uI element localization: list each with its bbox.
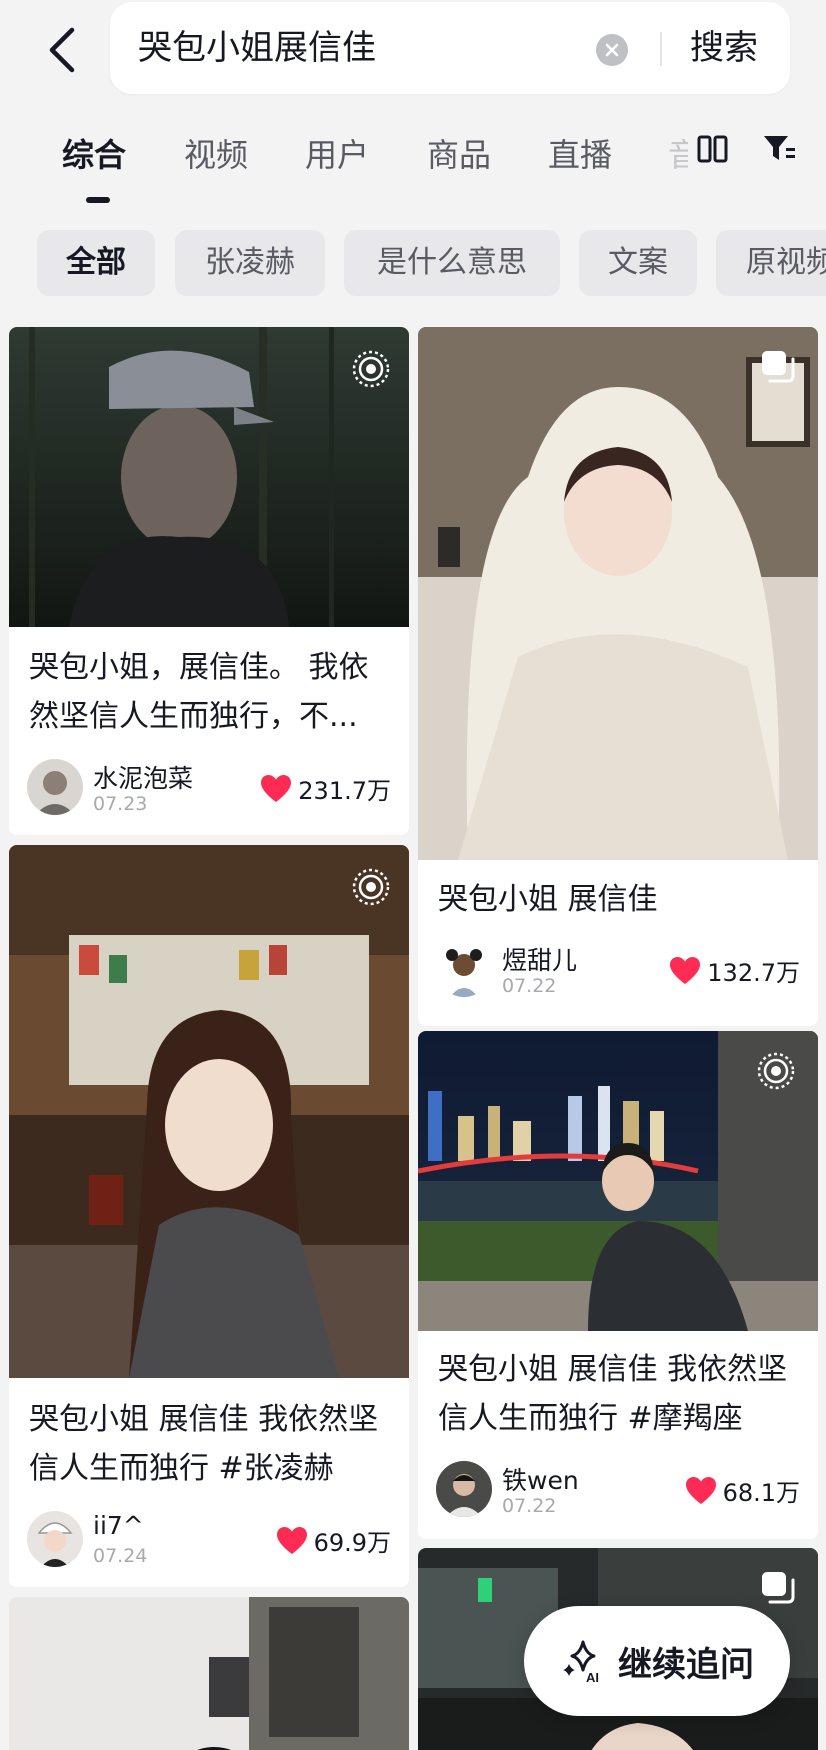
avatar[interactable]	[436, 941, 492, 997]
thumbnail-image	[418, 327, 818, 860]
filter-button[interactable]	[762, 132, 796, 166]
post-date: 07.24	[93, 1545, 148, 1567]
heart-icon	[670, 956, 701, 984]
author-name[interactable]: 铁wen	[502, 1461, 579, 1497]
chip-zhang-linghe[interactable]: 张凌赫	[175, 230, 325, 296]
post-date: 07.23	[93, 793, 148, 815]
author-name[interactable]: 水泥泡菜	[93, 759, 193, 795]
active-tab-indicator	[86, 197, 110, 203]
feed-card[interactable]: 哭包小姐 展信佳 我依然坚信人生而独行 #摩羯座 铁wen 07.22 68.1…	[418, 1031, 818, 1539]
gallery-icon	[762, 351, 795, 383]
close-icon	[605, 43, 619, 57]
card-title: 哭包小姐 展信佳 我依然坚信人生而独行 #张凌赫	[29, 1402, 379, 1486]
search-query-text[interactable]: 哭包小姐展信佳	[138, 2, 376, 94]
layout-toggle-button[interactable]	[696, 132, 730, 166]
clear-search-button[interactable]	[596, 34, 628, 66]
avatar[interactable]	[436, 1461, 492, 1517]
tab-general[interactable]: 综合	[62, 130, 126, 176]
tab-video[interactable]: 视频	[184, 130, 248, 176]
ai-follow-up-button[interactable]: AI 继续追问	[524, 1606, 790, 1716]
author-name[interactable]: ii7^	[93, 1511, 144, 1540]
feed-card[interactable]: 哭包小姐，展信佳。 我依然坚信人生而独行，不... 水泥泡菜 07.23 231…	[9, 327, 409, 835]
tab-music[interactable]: 音	[668, 130, 688, 176]
filter-chips: 全部 张凌赫 是什么意思 文案 原视频	[0, 230, 826, 296]
like-count[interactable]: 68.1万	[685, 1473, 800, 1508]
category-tabs: 综合 视频 用户 商品 直播 音	[0, 118, 826, 210]
ai-follow-up-label: 继续追问	[618, 1644, 754, 1685]
feed-card[interactable]: 哭包小姐 展信佳 煜甜儿 07.22 132.7万	[418, 327, 818, 1026]
top-bar: 哭包小姐展信佳 搜索	[0, 0, 826, 110]
search-input[interactable]: 哭包小姐展信佳 搜索	[110, 2, 790, 94]
chip-all[interactable]: 全部	[37, 230, 155, 296]
card-thumbnail[interactable]	[418, 327, 818, 860]
feed-card[interactable]	[9, 1597, 409, 1750]
ai-sparkle-icon: AI	[563, 1640, 599, 1684]
heart-icon	[685, 1476, 716, 1504]
thumbnail-image	[9, 845, 409, 1378]
search-divider	[660, 32, 662, 66]
svg-text:AI: AI	[586, 1670, 599, 1684]
like-count[interactable]: 69.9万	[276, 1523, 391, 1558]
heart-icon	[276, 1526, 307, 1554]
like-count[interactable]: 231.7万	[260, 771, 391, 806]
thumbnail-image	[9, 327, 409, 627]
avatar[interactable]	[27, 1511, 83, 1567]
back-button[interactable]	[40, 22, 84, 78]
card-thumbnail[interactable]	[9, 327, 409, 627]
heart-icon	[261, 774, 292, 802]
chip-meaning[interactable]: 是什么意思	[344, 230, 560, 296]
like-count-value: 69.9万	[313, 1529, 391, 1557]
card-thumbnail[interactable]	[9, 1597, 409, 1750]
gallery-icon	[762, 1572, 795, 1604]
like-count-value: 132.7万	[707, 959, 800, 987]
filter-funnel-icon	[764, 136, 795, 160]
grid-layout-icon	[697, 135, 728, 163]
card-title: 哭包小姐 展信佳 我依然坚信人生而独行 #摩羯座	[438, 1352, 788, 1436]
like-count-value: 231.7万	[298, 777, 391, 805]
avatar[interactable]	[27, 759, 83, 815]
feed-card[interactable]: 哭包小姐 展信佳 我依然坚信人生而独行 #张凌赫 ii7^ 07.24 69.9…	[9, 845, 409, 1587]
search-button[interactable]: 搜索	[690, 2, 758, 94]
thumbnail-image	[9, 1597, 409, 1750]
post-date: 07.22	[502, 975, 557, 997]
live-photo-icon	[757, 1052, 795, 1090]
post-date: 07.22	[502, 1495, 557, 1517]
like-count[interactable]: 132.7万	[669, 953, 800, 988]
author-name[interactable]: 煜甜儿	[502, 941, 577, 977]
card-thumbnail[interactable]	[9, 845, 409, 1378]
tab-live[interactable]: 直播	[548, 130, 612, 176]
chip-original-video[interactable]: 原视频	[716, 230, 826, 296]
card-title: 哭包小姐，展信佳。 我依然坚信人生而独行，不...	[29, 650, 369, 734]
chip-copywriting[interactable]: 文案	[579, 230, 697, 296]
tab-products[interactable]: 商品	[427, 130, 491, 176]
live-photo-icon	[352, 350, 390, 388]
tab-users[interactable]: 用户	[305, 130, 369, 176]
chevron-left-icon	[49, 27, 75, 73]
live-photo-icon	[352, 868, 390, 906]
like-count-value: 68.1万	[722, 1479, 800, 1507]
card-title: 哭包小姐 展信佳	[438, 882, 658, 917]
